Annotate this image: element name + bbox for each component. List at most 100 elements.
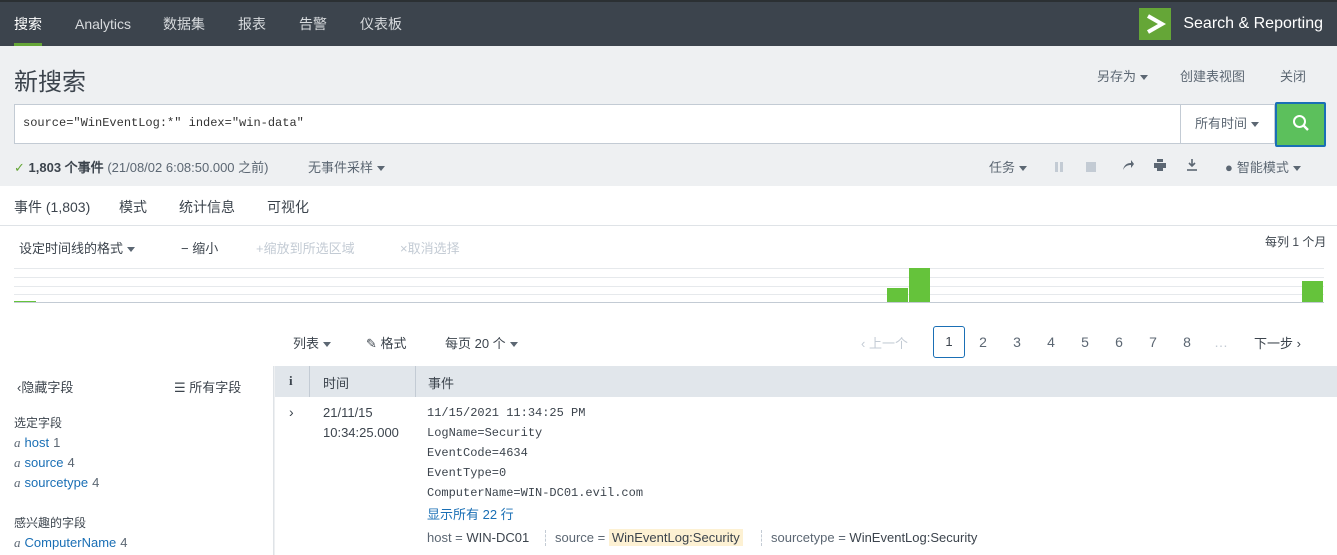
hide-fields-button[interactable]: ‹隐藏字段 xyxy=(17,377,73,396)
field-name: source xyxy=(24,455,64,470)
chevron-down-icon xyxy=(1019,166,1028,172)
page-7-button[interactable]: 7 xyxy=(1143,334,1163,350)
page-ellipsis: … xyxy=(1214,334,1228,350)
job-label: 任务 xyxy=(989,160,1016,175)
tab-patterns[interactable]: 模式 xyxy=(119,197,147,217)
field-host[interactable]: a host 1 xyxy=(14,435,60,451)
search-button[interactable] xyxy=(1275,102,1326,147)
page-2-button[interactable]: 2 xyxy=(973,334,993,350)
field-computername[interactable]: a ComputerName 4 xyxy=(14,535,128,551)
job-menu[interactable]: 任务 xyxy=(989,157,1028,176)
all-fields-label: 所有字段 xyxy=(189,380,242,395)
col-info-header: i xyxy=(289,373,293,388)
event-count: 1,803 个事件 xyxy=(28,160,104,175)
chevron-right-icon: › xyxy=(1296,336,1301,351)
page-6-button[interactable]: 6 xyxy=(1109,334,1129,350)
save-as-label: 另存为 xyxy=(1097,69,1137,84)
page-5-button[interactable]: 5 xyxy=(1075,334,1095,350)
app-title: Search & Reporting xyxy=(1183,15,1323,32)
field-key: source = xyxy=(555,530,606,545)
event-line: ComputerName=WIN-DC01.evil.com xyxy=(427,486,644,500)
interesting-fields-heading: 感兴趣的字段 xyxy=(14,516,87,530)
tab-events[interactable]: 事件 (1,803) xyxy=(14,197,91,232)
nav-tab-reports[interactable]: 报表 xyxy=(238,2,266,46)
show-all-lines-link[interactable]: 显示所有 22 行 xyxy=(427,504,514,523)
status-detail: (21/08/02 6:08:50.000 之前) xyxy=(107,160,269,175)
list-label: 列表 xyxy=(293,336,320,351)
timeline-bar-2[interactable] xyxy=(887,288,908,302)
zoom-out-label: 缩小 xyxy=(192,241,219,256)
top-nav: 搜索 Analytics 数据集 报表 告警 仪表板 Search & Repo… xyxy=(0,0,1337,46)
field-sourcetype[interactable]: a sourcetype 4 xyxy=(14,475,99,491)
export-icon[interactable] xyxy=(1186,159,1198,174)
prev-page-button[interactable]: ‹ 上一个 xyxy=(861,333,908,352)
zoom-selection-label: 缩放到所选区域 xyxy=(263,241,355,256)
page-1-button[interactable]: 1 xyxy=(933,326,965,358)
search-input[interactable]: source="WinEventLog:*" index="win-data" xyxy=(23,116,304,130)
nav-tab-search[interactable]: 搜索 xyxy=(14,2,42,46)
close-button[interactable]: 关闭 xyxy=(1280,66,1306,85)
nav-tab-datasets[interactable]: 数据集 xyxy=(163,2,205,46)
tab-statistics[interactable]: 统计信息 xyxy=(179,197,235,217)
timeline-bar-3[interactable] xyxy=(909,268,930,302)
chevron-down-icon xyxy=(323,342,332,348)
print-icon[interactable] xyxy=(1154,159,1166,174)
share-icon[interactable] xyxy=(1122,159,1134,174)
splunk-logo-icon xyxy=(1139,8,1172,40)
page-3-button[interactable]: 3 xyxy=(1007,334,1027,350)
nav-tab-dashboards[interactable]: 仪表板 xyxy=(360,2,402,46)
field-value-host[interactable]: host = WIN-DC01 xyxy=(427,530,529,545)
timeline-bar-1[interactable] xyxy=(14,301,36,302)
field-value: WinEventLog:Security xyxy=(849,530,978,545)
per-page-menu[interactable]: 每页 20 个 xyxy=(445,333,518,352)
field-count: 4 xyxy=(120,535,128,550)
save-as-menu[interactable]: 另存为 xyxy=(1097,66,1149,85)
pause-icon[interactable] xyxy=(1054,160,1064,175)
field-divider xyxy=(545,530,546,546)
create-table-view-button[interactable]: 创建表视图 xyxy=(1180,66,1245,85)
search-mode-menu[interactable]: ● 智能模式 xyxy=(1225,157,1301,176)
stop-icon[interactable] xyxy=(1086,160,1096,175)
x-icon: × xyxy=(400,241,408,256)
field-source[interactable]: a source 4 xyxy=(14,455,75,471)
event-sampling-menu[interactable]: 无事件采样 xyxy=(308,157,386,176)
field-value-source[interactable]: source = WinEventLog:Security xyxy=(555,529,743,546)
prev-page-label: 上一个 xyxy=(868,336,908,351)
nav-tab-analytics[interactable]: Analytics xyxy=(75,2,131,46)
col-time-header[interactable]: 时间 xyxy=(323,373,349,392)
chevron-left-icon: ‹ xyxy=(861,336,866,351)
chevron-down-icon xyxy=(377,166,386,172)
event-line: LogName=Security xyxy=(427,426,543,440)
field-value-sourcetype[interactable]: sourcetype = WinEventLog:Security xyxy=(771,530,977,545)
all-fields-button[interactable]: ☰ 所有字段 xyxy=(174,377,241,396)
timeline-bar-4[interactable] xyxy=(1302,281,1323,302)
deselect-button[interactable]: ×取消选择 xyxy=(400,238,460,257)
zoom-out-button[interactable]: − 缩小 xyxy=(181,238,218,257)
list-view-menu[interactable]: 列表 xyxy=(293,333,332,352)
time-range-picker[interactable]: 所有时间 xyxy=(1180,105,1274,143)
expand-row-icon[interactable]: › xyxy=(289,404,294,420)
page-8-button[interactable]: 8 xyxy=(1177,334,1197,350)
format-label: 格式 xyxy=(380,336,407,351)
chevron-down-icon xyxy=(509,342,518,348)
next-page-button[interactable]: 下一步 › xyxy=(1254,333,1301,352)
timeline-gridline xyxy=(14,286,1324,287)
field-name: sourcetype xyxy=(24,475,89,490)
timeline-format-label: 设定时间线的格式 xyxy=(19,241,124,256)
field-key: sourcetype = xyxy=(771,530,846,545)
timeline-format-menu[interactable]: 设定时间线的格式 xyxy=(19,238,136,257)
nav-tab-alerts[interactable]: 告警 xyxy=(299,2,327,46)
zoom-selection-button[interactable]: +缩放到所选区域 xyxy=(256,238,355,257)
search-bar: source="WinEventLog:*" index="win-data" … xyxy=(14,104,1275,144)
bulb-icon: ● xyxy=(1225,160,1233,175)
app-brand[interactable]: Search & Reporting xyxy=(1139,8,1323,40)
tab-visualization[interactable]: 可视化 xyxy=(267,197,309,217)
page-4-button[interactable]: 4 xyxy=(1041,334,1061,350)
field-key: host = xyxy=(427,530,463,545)
fields-sidebar: ‹隐藏字段 ☰ 所有字段 选定字段 a host 1 a source 4 a sourc… xyxy=(0,366,274,555)
pencil-icon: ✎ xyxy=(366,336,377,351)
field-value: WIN-DC01 xyxy=(466,530,530,545)
format-button[interactable]: ✎ 格式 xyxy=(366,333,407,352)
event-line: EventType=0 xyxy=(427,466,507,480)
minus-icon: − xyxy=(181,241,189,256)
